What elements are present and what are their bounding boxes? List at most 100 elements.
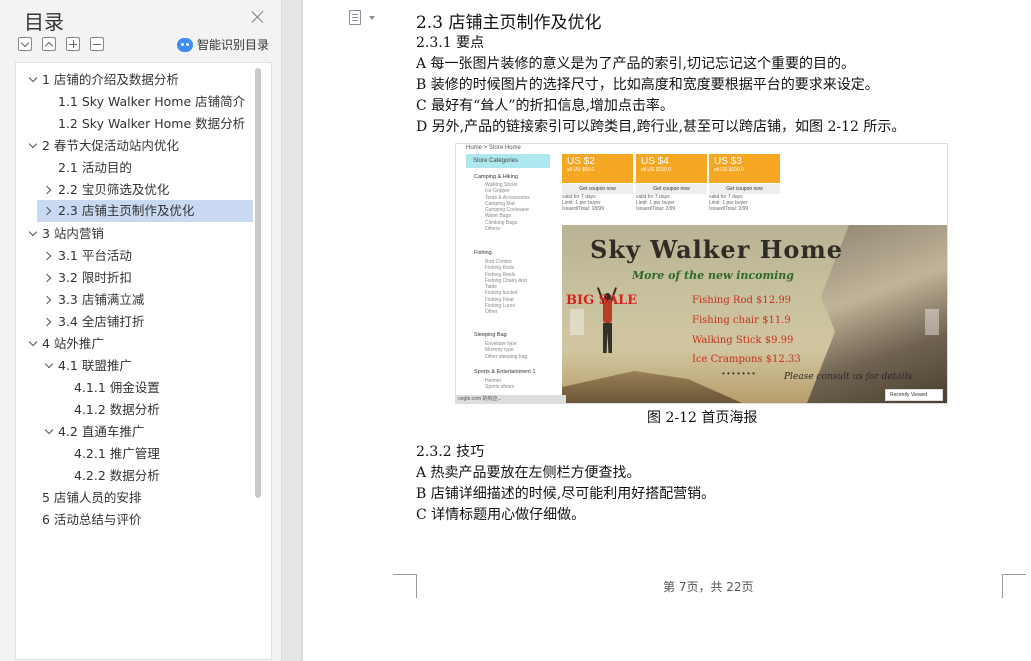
toc-item-label: 4 站外推广 [42, 336, 104, 351]
toc-item[interactable]: 3.4 全店铺打折 [42, 311, 144, 333]
coupon-amount: US $3 [714, 156, 742, 167]
banner-title: Sky Walker Home [590, 235, 844, 264]
coupon-card: US $2 all US $50.0 Get coupon now valid f… [562, 154, 633, 212]
remove-heading-icon[interactable] [90, 37, 104, 51]
chevron-right-icon[interactable] [42, 206, 52, 216]
coupon-condition: all US $100.0 [714, 167, 745, 173]
toc-item[interactable]: 2.2 宝贝筛选及优化 [42, 179, 170, 201]
category-group: Camping & Hiking [474, 174, 519, 180]
consult-text: Please consult us for details [784, 372, 913, 382]
chevron-down-icon[interactable] [28, 139, 38, 149]
coupon-card: US $3 all US $100.0 Get coupon now valid … [709, 154, 780, 212]
toc-item[interactable]: 5 店铺人员的安排 [42, 487, 141, 509]
toc-item[interactable]: 2.1 活动目的 [58, 157, 132, 179]
coupon-issued: Issued/Total: 2/99 [709, 206, 749, 212]
figure-breadcrumb: Home > Store Home [466, 145, 521, 151]
paragraph: A 每一张图片装修的意义是为了产品的索引,切记忘记这个重要的目的。 [416, 56, 856, 72]
store-categories: Store Categories Camping & Hiking Walkin… [466, 154, 550, 394]
toc-item[interactable]: 6 活动总结与评价 [42, 509, 141, 531]
toc-scrollbar[interactable] [255, 68, 261, 498]
toc-item[interactable]: 4.2.2 数据分析 [74, 465, 160, 487]
category-sub: Sports shoes [485, 384, 515, 391]
figure-caption: 图 2-12 首页海报 [647, 410, 758, 426]
collapse-all-icon[interactable] [42, 37, 56, 51]
toc-item[interactable]: 3.2 限时折扣 [42, 267, 132, 289]
category-group: Sports & Entertainment 1 [474, 369, 536, 375]
smart-toc-button[interactable]: 智能识别目录 [177, 36, 269, 53]
subsection-heading: 2.3.1 要点 [416, 35, 485, 51]
chevron-right-icon[interactable] [42, 185, 52, 195]
toc-item[interactable]: 4.2.1 推广管理 [74, 443, 160, 465]
paragraph: B 店铺详细描述的时候,尽可能利用好搭配营销。 [416, 486, 716, 502]
category-sub: Tents & Accessories [485, 194, 530, 201]
smart-toc-label: 智能识别目录 [197, 38, 270, 52]
toc-item-label: 3 站内营销 [42, 226, 104, 241]
toc-item[interactable]: 4.2 直通车推广 [43, 421, 144, 443]
page-corner-mark [1002, 574, 1026, 598]
get-coupon-button: Get coupon now [636, 184, 707, 194]
caret-down-icon[interactable] [369, 16, 375, 20]
chevron-down-icon[interactable] [28, 227, 38, 237]
toc-title: 目录 [24, 10, 64, 34]
category-sub: Other sleeping bag [485, 353, 528, 360]
banner-subtitle: More of the new incoming [632, 269, 794, 282]
chevron-down-icon[interactable] [44, 425, 54, 435]
toc-item[interactable]: 3.3 店铺满立减 [42, 289, 144, 311]
toc-item-label: 2.3 店铺主页制作及优化 [58, 203, 195, 218]
toc-item[interactable]: 4.1.1 佣金设置 [74, 377, 160, 399]
chevron-down-icon[interactable] [28, 337, 38, 347]
chevron-right-icon[interactable] [42, 273, 52, 283]
add-heading-icon[interactable] [66, 37, 80, 51]
coupon-issued: Issued/Total: 18/99 [562, 206, 604, 212]
toc-toolbar [18, 37, 104, 51]
category-sub-list: Walking Sticks Ice Gripper Tents & Acces… [485, 182, 530, 232]
category-sub-list: Helmet Sports shoes [485, 378, 514, 391]
toc-item[interactable]: 1 店铺的介绍及数据分析 [27, 69, 179, 91]
toc-item-label: 3.2 限时折扣 [58, 270, 132, 285]
section-heading: 2.3 店铺主页制作及优化 [416, 13, 602, 33]
category-sub-list: Envelope type Mummy type Other sleeping … [485, 341, 527, 360]
category-sub: Other [485, 309, 498, 316]
browser-status: oogle.com 的响应... [456, 395, 566, 403]
chevron-right-icon[interactable] [42, 295, 52, 305]
page-footer: 第 7页，共 22页 [663, 580, 754, 594]
toc-item[interactable]: 1.2 Sky Walker Home 数据分析 [58, 113, 245, 135]
toc-item-label: 4.2 直通车推广 [58, 424, 145, 439]
chevron-down-icon[interactable] [28, 73, 38, 83]
document-icon[interactable] [349, 10, 361, 25]
toc-item-label: 2.2 宝贝筛选及优化 [58, 182, 170, 197]
close-icon[interactable] [250, 9, 266, 25]
chevron-right-icon[interactable] [42, 251, 52, 261]
page-corner-mark [393, 574, 417, 598]
toc-item[interactable]: 3 站内营销 [27, 223, 104, 245]
expand-all-icon[interactable] [18, 37, 32, 51]
paragraph: B 装修的时候图片的选择尺寸，比如高度和宽度要根据平台的要求来设定。 [416, 77, 879, 93]
toc-item-selected[interactable]: 2.3 店铺主页制作及优化 [37, 200, 253, 222]
coupon-condition: all US $50.0 [567, 167, 595, 173]
toc-item[interactable]: 4.1.2 数据分析 [74, 399, 160, 421]
toc-item-label: 1.1 Sky Walker Home 店铺简介 [58, 94, 246, 109]
category-group: Fishing [474, 250, 492, 256]
category-group: Sleeping Bag [474, 332, 507, 338]
big-sale-label: BIG SALE [566, 293, 638, 308]
decorative-dots: • • • • • • • [722, 369, 755, 378]
chevron-down-icon[interactable] [44, 359, 54, 369]
chevron-right-icon[interactable] [42, 317, 52, 327]
category-sub: Others [485, 226, 501, 233]
toc-item[interactable]: 2 春节大促活动站内优化 [27, 135, 179, 157]
recently-viewed: Recently Viewed [885, 389, 943, 401]
store-homepage-figure: Home > Store Home Store Categories Campi… [455, 143, 948, 404]
coupon-amount: US $4 [641, 156, 669, 167]
coupon-condition: all US $150.0 [641, 167, 672, 173]
deal-item: Fishing chair $11.9 [692, 315, 791, 326]
toc-item[interactable]: 1.1 Sky Walker Home 店铺简介 [58, 91, 245, 113]
deal-item: Walking Stick $9.99 [692, 335, 794, 346]
toc-item[interactable]: 4.1 联盟推广 [43, 355, 132, 377]
get-coupon-button: Get coupon now [709, 184, 780, 194]
toc-item-label: 4.2.2 数据分析 [74, 468, 160, 483]
carousel-next-icon [925, 309, 939, 335]
toc-item[interactable]: 3.1 平台活动 [42, 245, 132, 267]
toc-item-label: 4.1.1 佣金设置 [74, 380, 160, 395]
paragraph: C 详情标题用心做仔细做。 [416, 507, 586, 523]
toc-item[interactable]: 4 站外推广 [27, 333, 104, 355]
